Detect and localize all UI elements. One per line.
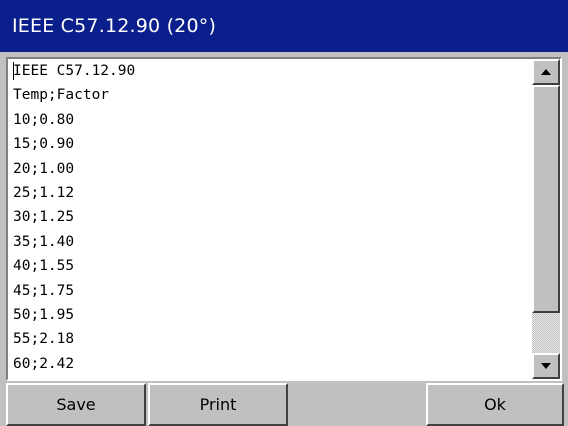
text-line: 35;1.40 [13,233,75,250]
text-line: 55;2.18 [13,331,75,348]
vertical-scrollbar[interactable] [532,59,560,379]
text-line: 10;0.80 [13,111,75,128]
text-line: 15;0.90 [13,136,75,153]
button-bar: Save Print Ok [0,383,568,426]
text-line: 45;1.75 [13,282,75,299]
text-line: IEEE C57.12.90 [8,59,532,83]
text-line: 25;1.12 [13,184,75,201]
text-line: 40;1.55 [13,258,75,275]
scroll-up-button[interactable] [532,59,560,85]
app-window: IEEE C57.12.90 (20°) IEEE C57.12.90 Temp… [0,0,568,426]
title-bar: IEEE C57.12.90 (20°) [0,0,568,52]
scroll-down-button[interactable] [532,353,560,379]
text-line: 30;1.25 [13,209,75,226]
scroll-track[interactable] [532,313,560,353]
text-view-frame: IEEE C57.12.90 Temp;Factor 10;0.80 15;0.… [6,57,562,381]
text-view[interactable]: IEEE C57.12.90 Temp;Factor 10;0.80 15;0.… [8,59,532,379]
text-line: 60;2.42 [13,355,75,372]
text-line: Temp;Factor [13,87,110,104]
text-line: 20;1.00 [13,160,75,177]
text-caret [13,62,14,80]
text-line-content: IEEE C57.12.90 [13,63,136,79]
text-line: 50;1.95 [13,306,75,323]
triangle-up-icon [541,69,551,75]
scroll-thumb[interactable] [532,85,560,313]
save-button[interactable]: Save [6,383,146,426]
ok-button[interactable]: Ok [426,383,564,426]
window-title: IEEE C57.12.90 (20°) [12,15,217,37]
print-button[interactable]: Print [148,383,288,426]
triangle-down-icon [541,363,551,369]
